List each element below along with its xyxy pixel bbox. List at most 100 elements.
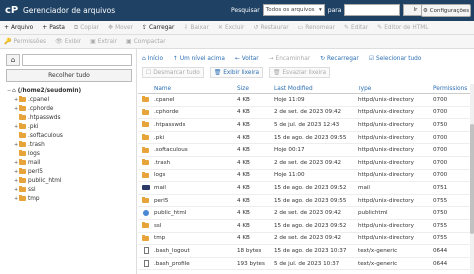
tree-item-trash[interactable]: + .trash <box>7 140 135 149</box>
file-name[interactable]: .softaculous <box>154 147 237 153</box>
settings-button[interactable]: ⚙ Configurações <box>421 4 471 17</box>
cpanel-logo[interactable]: cP <box>5 4 19 18</box>
folder-icon <box>19 150 26 156</box>
tree-item-public-html[interactable]: + public_html <box>7 176 135 185</box>
esvaziar-lixeira-icon: 🗑 <box>273 69 281 76</box>
gear-icon: ⚙ <box>422 7 428 14</box>
table-row[interactable]: logs 4 KB Hoje 11:00 httpd/unix-directory 07… <box>138 170 470 183</box>
editor-de-html-button[interactable]: ✎ Editor de HTML <box>377 24 428 31</box>
file-name[interactable]: logs <box>154 172 237 178</box>
file-permissions: 0750 <box>433 121 448 128</box>
tree-item-pki[interactable]: + .pki <box>7 122 135 131</box>
copiar-button[interactable]: ⧉ Copiar <box>74 24 99 32</box>
um-n-vel-acima-button[interactable]: ↑ Um nível acima <box>173 54 225 64</box>
excluir-button[interactable]: ✕ Excluir <box>218 24 245 31</box>
tree-item-label: public_html <box>28 177 62 184</box>
file-name[interactable]: ssl <box>154 223 237 229</box>
file-name[interactable]: perl5 <box>154 198 237 204</box>
table-row[interactable]: .htpasswds 4 KB 5 de jul. de 2023 12:43 htt… <box>138 119 470 132</box>
permiss-es-button[interactable]: 🔑 Permissões <box>4 38 46 45</box>
in-cio-button[interactable]: ⌂ Início <box>142 54 163 64</box>
file-type-cell <box>138 108 154 115</box>
exibir-lixeira-button[interactable]: 🗑 Exibir lixeira <box>209 67 264 78</box>
restaurar-button[interactable]: ↺ Restaurar <box>253 24 288 31</box>
tree-item-label: perl5 <box>28 168 43 175</box>
column-header-last-modified[interactable]: Last Modified <box>274 86 358 92</box>
search-scope-select[interactable]: Todos os arquivos ▾ <box>262 4 325 16</box>
voltar-button[interactable]: ← Voltar <box>235 54 259 64</box>
carregar-button[interactable]: ⇪ Carregar <box>142 24 174 31</box>
column-header-type[interactable]: Type <box>358 86 433 92</box>
home-icon[interactable]: ⌂ <box>6 54 20 66</box>
desmarcar-tudo-button[interactable]: ☐ Desmarcar tudo <box>142 67 204 78</box>
column-header-name[interactable]: Name <box>154 86 237 92</box>
tree-item-softaculous[interactable]: .softaculous <box>7 131 135 140</box>
folder-icon <box>141 96 149 103</box>
renomear-button[interactable]: ▭ Renomear <box>298 24 335 31</box>
file-name[interactable]: .htpasswds <box>154 122 237 128</box>
encaminhar-button[interactable]: → Encaminhar <box>269 54 310 64</box>
tree-item-tmp[interactable]: + tmp <box>7 194 135 203</box>
tree-item-cpanel[interactable]: + .cpanel <box>7 95 135 104</box>
column-header-size[interactable]: Size <box>237 86 274 92</box>
baixar-button[interactable]: ⇩ Baixar <box>183 24 209 31</box>
table-row[interactable]: .bash_logout 18 bytes 15 de ago. de 2023 1… <box>138 245 470 258</box>
file-type: httpd/unix-directory <box>358 235 414 242</box>
file-modified: 15 de ago. de 2023 09:55 <box>274 197 347 204</box>
table-row[interactable]: tmp 4 KB 2 de set. de 2023 09:42 httpd/unix… <box>138 232 470 246</box>
file-name[interactable]: .bash_profile <box>154 261 237 267</box>
table-row[interactable]: .cpanel 4 KB Hoje 11:09 httpd/unix-director… <box>138 94 470 107</box>
header-bar: cP Gerenciador de arquivos Pesquisar Tod… <box>0 0 474 21</box>
tree-item-logs[interactable]: logs <box>7 149 135 158</box>
scrollbar-thumb[interactable] <box>470 124 474 234</box>
file-name[interactable]: .cphorde <box>154 109 237 115</box>
table-row[interactable]: mail 4 KB 15 de ago. de 2023 09:52 mail 0751 <box>138 182 470 195</box>
exibir-button[interactable]: 👁 Exibir <box>55 38 81 45</box>
file-name[interactable]: .cpanel <box>154 97 237 103</box>
vertical-scrollbar[interactable] <box>470 84 474 274</box>
tree-item-cphorde[interactable]: + .cphorde <box>7 104 135 113</box>
voltar-icon: ← <box>234 56 240 62</box>
file-modified: 2 de set. de 2023 09:42 <box>274 159 342 166</box>
tree-root[interactable]: − ⌂ (/home2/seudomin) <box>7 86 135 95</box>
extrair-button[interactable]: ▣ Extrair <box>90 38 117 45</box>
tree-item-perl5[interactable]: + perl5 <box>7 167 135 176</box>
esvaziar-lixeira-button[interactable]: 🗑 Esvaziar lixeira <box>269 67 331 78</box>
search-input[interactable] <box>344 4 401 16</box>
file-name[interactable]: tmp <box>154 235 237 241</box>
tree-item-htpasswds[interactable]: .htpasswds <box>7 113 135 122</box>
table-row[interactable]: .cphorde 4 KB 2 de set. de 2023 09:42 httpd… <box>138 106 470 120</box>
recarregar-button[interactable]: ↻ Recarregar <box>320 54 359 64</box>
file-modified: 15 de ago. de 2023 10:37 <box>274 247 347 254</box>
compactar-button[interactable]: ▣ Compactar <box>126 38 166 45</box>
table-row[interactable]: .pki 4 KB 15 de ago. de 2023 09:55 httpd/un… <box>138 131 470 145</box>
mover-button[interactable]: ✥ Mover <box>108 24 133 31</box>
file-name[interactable]: .trash <box>154 160 237 166</box>
pasta-button[interactable]: + Pasta <box>42 24 65 31</box>
file-name[interactable]: .bash_logout <box>154 248 237 254</box>
file-icon <box>143 247 149 255</box>
file-type: httpd/unix-directory <box>358 222 414 229</box>
tree-item-mail[interactable]: + mail <box>7 158 135 167</box>
file-name[interactable]: public_html <box>154 210 237 216</box>
arquivo-button[interactable]: + Arquivo <box>4 24 33 31</box>
recarregar-label: Recarregar <box>327 56 359 62</box>
editar-label: Editar <box>351 24 369 31</box>
file-name[interactable]: .pki <box>154 135 237 141</box>
table-row[interactable]: .trash 4 KB 2 de set. de 2023 09:42 httpd/u… <box>138 156 470 170</box>
restaurar-label: Restaurar <box>260 24 289 31</box>
table-row[interactable]: ssl 4 KB 15 de ago. de 2023 09:52 httpd/uni… <box>138 220 470 233</box>
file-icon <box>143 260 149 268</box>
file-name[interactable]: mail <box>154 185 237 191</box>
path-input[interactable] <box>22 54 132 66</box>
table-row[interactable]: .softaculous 4 KB Hoje 00:17 httpd/unix-dir… <box>138 144 470 157</box>
table-row[interactable]: .bash_profile 193 bytes 5 de jul. de 2023 … <box>138 257 470 271</box>
column-header-permissions[interactable]: Permissions <box>433 86 470 92</box>
editar-button[interactable]: ✎ Editar <box>344 24 368 31</box>
search-scope-value: Todos os arquivos <box>265 7 315 13</box>
selecionar-tudo-button[interactable]: ☑ Selecionar tudo <box>369 54 422 64</box>
table-row[interactable]: public_html 4 KB 2 de set. de 2023 09:42 pu… <box>138 207 470 220</box>
table-row[interactable]: perl5 4 KB 15 de ago. de 2023 09:55 httpd/u… <box>138 195 470 208</box>
tree-item-ssl[interactable]: + ssl <box>7 185 135 194</box>
collapse-all-button[interactable]: Recolher tudo <box>6 69 132 82</box>
